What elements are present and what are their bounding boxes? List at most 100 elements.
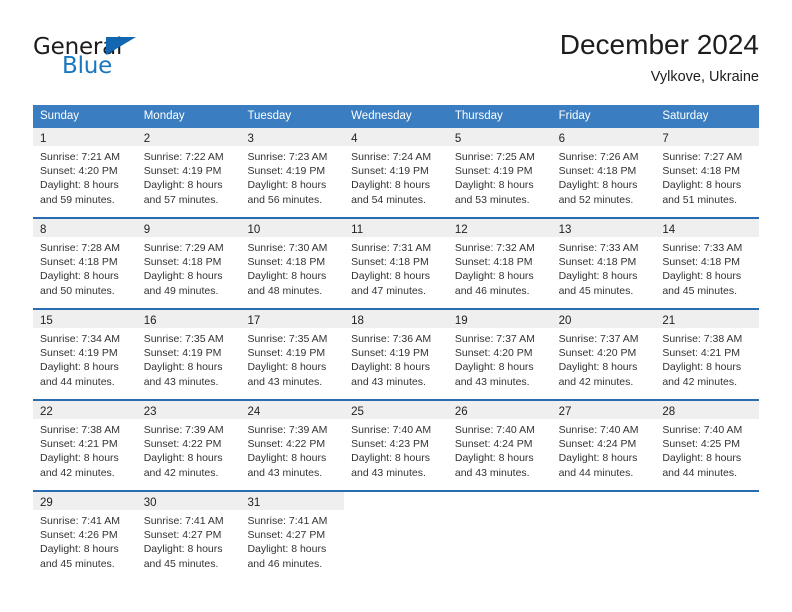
day-number: 10 <box>247 224 261 236</box>
day-number-band: 9 <box>136 219 241 237</box>
weekday-header-saturday: Saturday <box>662 110 709 122</box>
day-number-band: 6 <box>551 128 656 146</box>
day-cell-body: Sunrise: 7:30 AM Sunset: 4:18 PM Dayligh… <box>240 237 344 301</box>
day-number-band: 30 <box>136 492 241 510</box>
day-number-band <box>448 492 552 510</box>
day-cell[interactable]: 1 Sunrise: 7:21 AM Sunset: 4:20 PM Dayli… <box>33 128 137 210</box>
sunset-text: Sunset: 4:18 PM <box>558 256 637 269</box>
brand-logo[interactable]: General Blue <box>33 34 233 86</box>
day-number: 18 <box>351 315 364 327</box>
daylight-text-line1: Daylight: 8 hours <box>40 179 119 192</box>
day-cell[interactable]: 23 Sunrise: 7:39 AM Sunset: 4:22 PM Dayl… <box>136 401 241 483</box>
day-cell[interactable]: 11 Sunrise: 7:31 AM Sunset: 4:18 PM Dayl… <box>344 219 448 301</box>
day-cell[interactable]: 6 Sunrise: 7:26 AM Sunset: 4:18 PM Dayli… <box>551 128 656 210</box>
daylight-text-line2: and 51 minutes. <box>662 193 738 206</box>
sunset-text: Sunset: 4:24 PM <box>558 438 637 451</box>
day-number: 5 <box>454 133 462 145</box>
sunrise-text: Sunrise: 7:38 AM <box>40 424 120 436</box>
day-cell[interactable]: 5 Sunrise: 7:25 AM Sunset: 4:19 PM Dayli… <box>447 128 552 210</box>
day-cell[interactable]: 21 Sunrise: 7:38 AM Sunset: 4:21 PM Dayl… <box>655 310 760 392</box>
day-number-band: 28 <box>655 401 760 419</box>
day-number-band: 13 <box>551 219 656 237</box>
sunset-text: Sunset: 4:21 PM <box>40 438 118 451</box>
day-number: 11 <box>351 224 364 236</box>
day-number: 21 <box>662 315 676 327</box>
day-cell[interactable]: 19 Sunrise: 7:37 AM Sunset: 4:20 PM Dayl… <box>447 310 552 392</box>
daylight-text-line2: and 43 minutes. <box>351 466 426 479</box>
day-cell[interactable]: 4 Sunrise: 7:24 AM Sunset: 4:19 PM Dayli… <box>344 128 448 210</box>
day-number: 27 <box>558 406 572 418</box>
day-cell-empty <box>344 492 448 574</box>
day-cell[interactable]: 25 Sunrise: 7:40 AM Sunset: 4:23 PM Dayl… <box>344 401 448 483</box>
day-number: 29 <box>40 497 53 509</box>
sunset-text: Sunset: 4:19 PM <box>40 347 118 360</box>
day-cell[interactable]: 3 Sunrise: 7:23 AM Sunset: 4:19 PM Dayli… <box>240 128 345 210</box>
day-cell-body: Sunrise: 7:33 AM Sunset: 4:18 PM Dayligh… <box>552 237 656 301</box>
day-cell[interactable]: 12 Sunrise: 7:32 AM Sunset: 4:18 PM Dayl… <box>447 219 552 301</box>
day-cell[interactable]: 13 Sunrise: 7:33 AM Sunset: 4:18 PM Dayl… <box>551 219 656 301</box>
daylight-text-line2: and 43 minutes. <box>454 466 530 479</box>
daylight-text-line2: and 46 minutes. <box>247 557 323 570</box>
brand-name-blue: Blue <box>62 53 113 79</box>
day-number-band: 17 <box>240 310 345 328</box>
day-number-band: 2 <box>136 128 241 146</box>
day-cell[interactable]: 2 Sunrise: 7:22 AM Sunset: 4:19 PM Dayli… <box>136 128 241 210</box>
sunset-text: Sunset: 4:19 PM <box>247 165 326 178</box>
day-cell[interactable]: 14 Sunrise: 7:33 AM Sunset: 4:18 PM Dayl… <box>655 219 760 301</box>
day-cell[interactable]: 26 Sunrise: 7:40 AM Sunset: 4:24 PM Dayl… <box>447 401 552 483</box>
daylight-text-line1: Daylight: 8 hours <box>247 179 327 192</box>
day-cell-body: Sunrise: 7:31 AM Sunset: 4:18 PM Dayligh… <box>344 237 448 301</box>
day-number-band: 26 <box>447 401 552 419</box>
sunrise-text: Sunrise: 7:33 AM <box>662 242 743 254</box>
day-number-band: 21 <box>655 310 760 328</box>
sunset-text: Sunset: 4:18 PM <box>558 165 637 178</box>
day-cell[interactable]: 20 Sunrise: 7:37 AM Sunset: 4:20 PM Dayl… <box>551 310 656 392</box>
daylight-text-line1: Daylight: 8 hours <box>40 361 119 374</box>
sunset-text: Sunset: 4:27 PM <box>143 529 222 542</box>
day-number: 14 <box>662 224 676 236</box>
day-cell[interactable]: 16 Sunrise: 7:35 AM Sunset: 4:19 PM Dayl… <box>136 310 241 392</box>
day-cell-body: Sunrise: 7:41 AM Sunset: 4:26 PM Dayligh… <box>33 510 137 574</box>
day-cell[interactable]: 9 Sunrise: 7:29 AM Sunset: 4:18 PM Dayli… <box>136 219 241 301</box>
day-cell[interactable]: 10 Sunrise: 7:30 AM Sunset: 4:18 PM Dayl… <box>240 219 345 301</box>
day-cell[interactable]: 28 Sunrise: 7:40 AM Sunset: 4:25 PM Dayl… <box>655 401 760 483</box>
day-cell[interactable]: 22 Sunrise: 7:38 AM Sunset: 4:21 PM Dayl… <box>33 401 137 483</box>
day-cell[interactable]: 8 Sunrise: 7:28 AM Sunset: 4:18 PM Dayli… <box>33 219 137 301</box>
day-cell-body: Sunrise: 7:25 AM Sunset: 4:19 PM Dayligh… <box>448 146 552 210</box>
sunset-text: Sunset: 4:23 PM <box>351 438 429 451</box>
daylight-text-line1: Daylight: 8 hours <box>351 452 430 465</box>
day-number-band: 22 <box>33 401 137 419</box>
daylight-text-line2: and 43 minutes. <box>351 375 426 388</box>
sunset-text: Sunset: 4:18 PM <box>40 256 118 269</box>
sunset-text: Sunset: 4:22 PM <box>143 438 222 451</box>
daylight-text-line1: Daylight: 8 hours <box>351 179 430 192</box>
day-cell-body <box>448 510 552 574</box>
day-cell[interactable]: 18 Sunrise: 7:36 AM Sunset: 4:19 PM Dayl… <box>344 310 448 392</box>
daylight-text-line2: and 54 minutes. <box>351 193 426 206</box>
daylight-text-line1: Daylight: 8 hours <box>247 543 327 556</box>
day-cell[interactable]: 29 Sunrise: 7:41 AM Sunset: 4:26 PM Dayl… <box>33 492 137 574</box>
daylight-text-line1: Daylight: 8 hours <box>143 361 223 374</box>
day-cell[interactable]: 24 Sunrise: 7:39 AM Sunset: 4:22 PM Dayl… <box>240 401 345 483</box>
day-number-band <box>655 492 759 510</box>
day-cell[interactable]: 7 Sunrise: 7:27 AM Sunset: 4:18 PM Dayli… <box>655 128 760 210</box>
daylight-text-line2: and 48 minutes. <box>247 284 323 297</box>
day-number: 13 <box>558 224 572 236</box>
day-cell[interactable]: 27 Sunrise: 7:40 AM Sunset: 4:24 PM Dayl… <box>551 401 656 483</box>
day-cell-body: Sunrise: 7:24 AM Sunset: 4:19 PM Dayligh… <box>344 146 448 210</box>
day-cell-body: Sunrise: 7:38 AM Sunset: 4:21 PM Dayligh… <box>655 328 759 392</box>
day-cell-body: Sunrise: 7:32 AM Sunset: 4:18 PM Dayligh… <box>448 237 552 301</box>
day-cell[interactable]: 17 Sunrise: 7:35 AM Sunset: 4:19 PM Dayl… <box>240 310 345 392</box>
day-cell[interactable]: 30 Sunrise: 7:41 AM Sunset: 4:27 PM Dayl… <box>136 492 241 574</box>
day-number-band: 4 <box>344 128 448 146</box>
daylight-text-line1: Daylight: 8 hours <box>454 452 534 465</box>
week-row: 15 Sunrise: 7:34 AM Sunset: 4:19 PM Dayl… <box>33 308 760 392</box>
day-cell[interactable]: 15 Sunrise: 7:34 AM Sunset: 4:19 PM Dayl… <box>33 310 137 392</box>
day-cell-body: Sunrise: 7:33 AM Sunset: 4:18 PM Dayligh… <box>655 237 759 301</box>
day-cell[interactable]: 31 Sunrise: 7:41 AM Sunset: 4:27 PM Dayl… <box>240 492 345 574</box>
day-number: 28 <box>662 406 676 418</box>
day-number-band: 3 <box>240 128 345 146</box>
day-number: 26 <box>454 406 468 418</box>
daylight-text-line2: and 44 minutes. <box>40 375 115 388</box>
day-number-band: 19 <box>447 310 552 328</box>
